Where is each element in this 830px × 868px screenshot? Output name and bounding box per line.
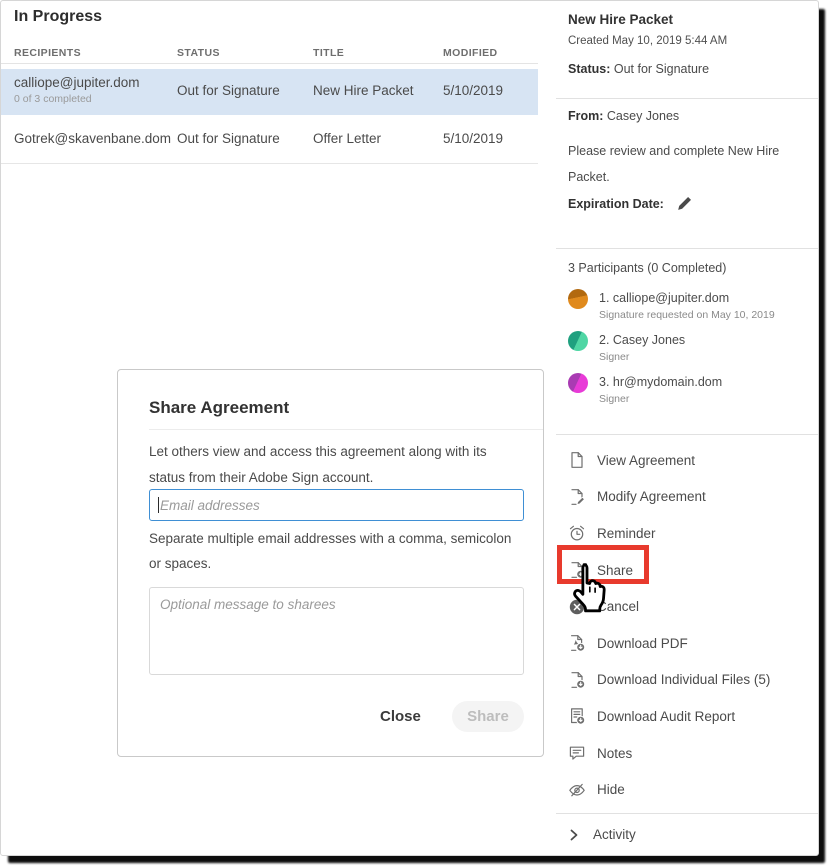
table-row-selected[interactable]: calliope@jupiter.dom 0 of 3 completed Ou… [1,69,538,115]
activity-expander[interactable]: Activity [568,827,636,842]
agreement-detail-panel: New Hire Packet Created May 10, 2019 5:4… [556,1,819,855]
pdf-download-icon [568,634,586,652]
pencil-icon[interactable] [676,195,693,212]
menu-item-download-individual-files[interactable]: Download Individual Files (5) [568,662,819,699]
status-cell: Out for Signature [177,131,280,146]
column-header-status: STATUS [177,47,220,59]
divider [556,248,818,249]
participant-avatar [568,289,588,309]
email-help-text: Separate multiple email addresses with a… [149,526,517,576]
table-row[interactable]: Gotrek@skavenbane.dom Out for Signature … [1,115,538,164]
agreement-title: New Hire Packet [568,12,673,27]
recipient-cell: calliope@jupiter.dom [14,75,140,90]
menu-item-modify-agreement[interactable]: Modify Agreement [568,479,819,516]
from-label: From: [568,109,603,123]
optional-message-textarea[interactable] [149,587,524,675]
participant-name: 1. calliope@jupiter.dom [599,291,729,305]
dialog-description: Let others view and access this agreemen… [149,439,521,491]
recipient-cell: Gotrek@skavenbane.dom [14,131,171,146]
modified-cell: 5/10/2019 [443,83,503,98]
table-header-row: RECIPIENTS STATUS TITLE MODIFIED [1,45,538,64]
report-download-icon [568,707,586,725]
status-line: Status: Out for Signature [568,62,709,76]
menu-item-view-agreement[interactable]: View Agreement [568,442,819,479]
title-cell: New Hire Packet [313,83,414,98]
participant-avatar [568,373,588,393]
participant-name: 2. Casey Jones [599,333,685,347]
share-button-disabled[interactable]: Share [452,701,524,732]
app-window: In Progress RECIPIENTS STATUS TITLE MODI… [0,0,819,856]
dialog-title-divider [149,429,543,430]
status-cell: Out for Signature [177,83,280,98]
document-add-icon [568,561,586,579]
cancel-circle-icon [568,598,586,616]
chevron-right-icon [568,828,580,842]
actions-menu: View Agreement Modify Agreement Reminder [568,442,819,808]
status-label: Status: [568,62,610,76]
column-header-modified: MODIFIED [443,47,498,59]
expiration-label: Expiration Date: [568,197,664,211]
from-value: Casey Jones [607,109,679,123]
speech-bubble-icon [568,744,586,762]
menu-item-cancel[interactable]: Cancel [568,588,819,625]
dialog-title: Share Agreement [149,398,289,418]
column-header-title: TITLE [313,47,344,59]
text-cursor [158,497,159,513]
menu-item-reminder[interactable]: Reminder [568,515,819,552]
menu-item-download-pdf[interactable]: Download PDF [568,625,819,662]
divider [556,813,818,814]
status-value: Out for Signature [614,62,709,76]
title-cell: Offer Letter [313,131,381,146]
document-icon [568,451,586,469]
alarm-clock-icon [568,524,586,542]
participants-heading: 3 Participants (0 Completed) [568,261,726,275]
email-addresses-input[interactable] [149,489,524,521]
created-timestamp: Created May 10, 2019 5:44 AM [568,35,727,47]
document-edit-icon [568,488,586,506]
participant-avatar [568,331,588,351]
eye-off-icon [568,781,586,799]
share-agreement-dialog: Share Agreement Let others view and acce… [117,369,544,757]
from-line: From: Casey Jones [568,109,679,123]
agreement-message: Please review and complete New Hire Pack… [568,138,800,190]
close-button[interactable]: Close [380,708,421,725]
activity-label: Activity [593,827,636,842]
menu-item-download-audit-report[interactable]: Download Audit Report [568,698,819,735]
email-field-wrap [149,489,524,521]
expiration-row: Expiration Date: [568,195,693,212]
divider [556,98,818,99]
completion-status: 0 of 3 completed [14,93,92,105]
divider [556,434,818,435]
menu-item-share[interactable]: Share [568,552,819,589]
participant-role: Signer [599,393,629,405]
menu-item-notes[interactable]: Notes [568,735,819,772]
page-title: In Progress [14,8,102,26]
participant-role: Signer [599,351,629,363]
participant-name: 3. hr@mydomain.dom [599,375,722,389]
modified-cell: 5/10/2019 [443,131,503,146]
file-download-icon [568,671,586,689]
column-header-recipients: RECIPIENTS [14,47,81,59]
participant-status: Signature requested on May 10, 2019 [599,309,775,321]
menu-item-hide[interactable]: Hide [568,771,819,808]
